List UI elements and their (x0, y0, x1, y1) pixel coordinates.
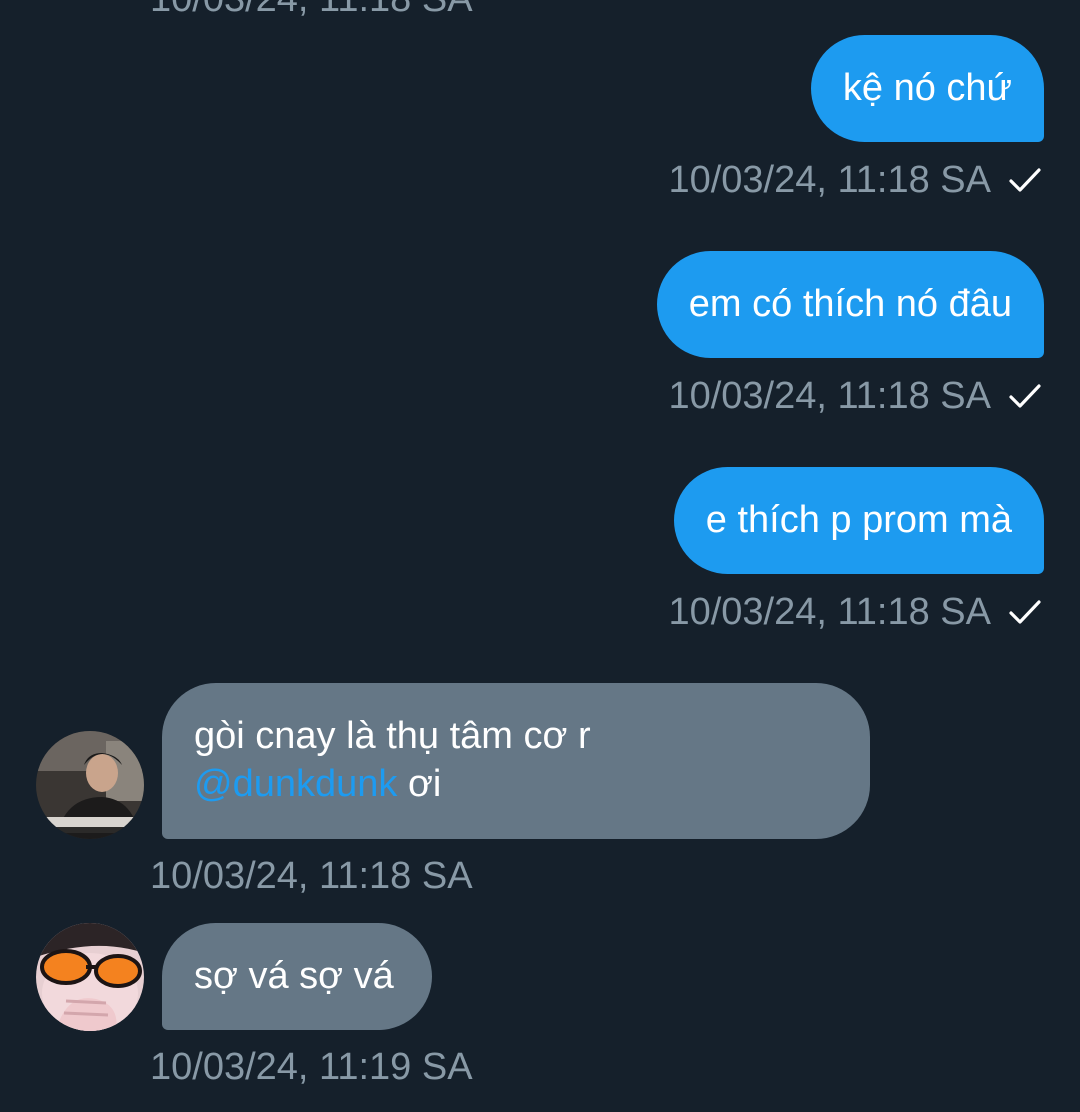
received-message-bubble[interactable]: sợ vá sợ vá (162, 923, 432, 1030)
check-icon (1009, 384, 1041, 408)
message-text: em có thích nó đâu (688, 283, 1012, 325)
timestamp-text: 10/03/24, 11:18 SA (668, 591, 991, 633)
user-mention-link[interactable]: @dunkdunk (194, 763, 397, 805)
message-text-line: @dunkdunk ơi (194, 760, 838, 808)
avatar-photo-icon (36, 923, 144, 1031)
message-text: kệ nó chứ (842, 67, 1012, 109)
sender-avatar[interactable] (36, 731, 144, 839)
check-icon (1009, 600, 1041, 624)
message-timestamp: 10/03/24, 11:18 SA (668, 588, 1043, 636)
sent-message-bubble[interactable]: e thích p prom mà (673, 467, 1044, 574)
received-message-bubble[interactable]: gòi cnay là thụ tâm cơ r @dunkdunk ơi (162, 683, 870, 839)
previous-message-timestamp: 10/03/24, 11:18 SA (150, 0, 473, 21)
sent-message-bubble[interactable]: em có thích nó đâu (656, 251, 1044, 358)
message-timestamp: 10/03/24, 11:18 SA (668, 156, 1043, 204)
message-text: gòi cnay là thụ tâm cơ r (194, 715, 591, 757)
message-timestamp: 10/03/24, 11:18 SA (150, 855, 473, 897)
sent-message-bubble[interactable]: kệ nó chứ (810, 35, 1044, 142)
timestamp-text: 10/03/24, 11:18 SA (668, 159, 991, 201)
sender-avatar[interactable] (36, 923, 144, 1031)
timestamp-text: 10/03/24, 11:18 SA (668, 375, 991, 417)
check-icon (1009, 168, 1041, 192)
message-timestamp: 10/03/24, 11:18 SA (668, 372, 1043, 420)
avatar-photo-icon (36, 731, 144, 839)
message-text: sợ vá sợ vá (194, 955, 394, 997)
message-timestamp: 10/03/24, 11:19 SA (150, 1046, 473, 1088)
message-text: e thích p prom mà (705, 499, 1012, 541)
message-text: ơi (397, 763, 442, 805)
